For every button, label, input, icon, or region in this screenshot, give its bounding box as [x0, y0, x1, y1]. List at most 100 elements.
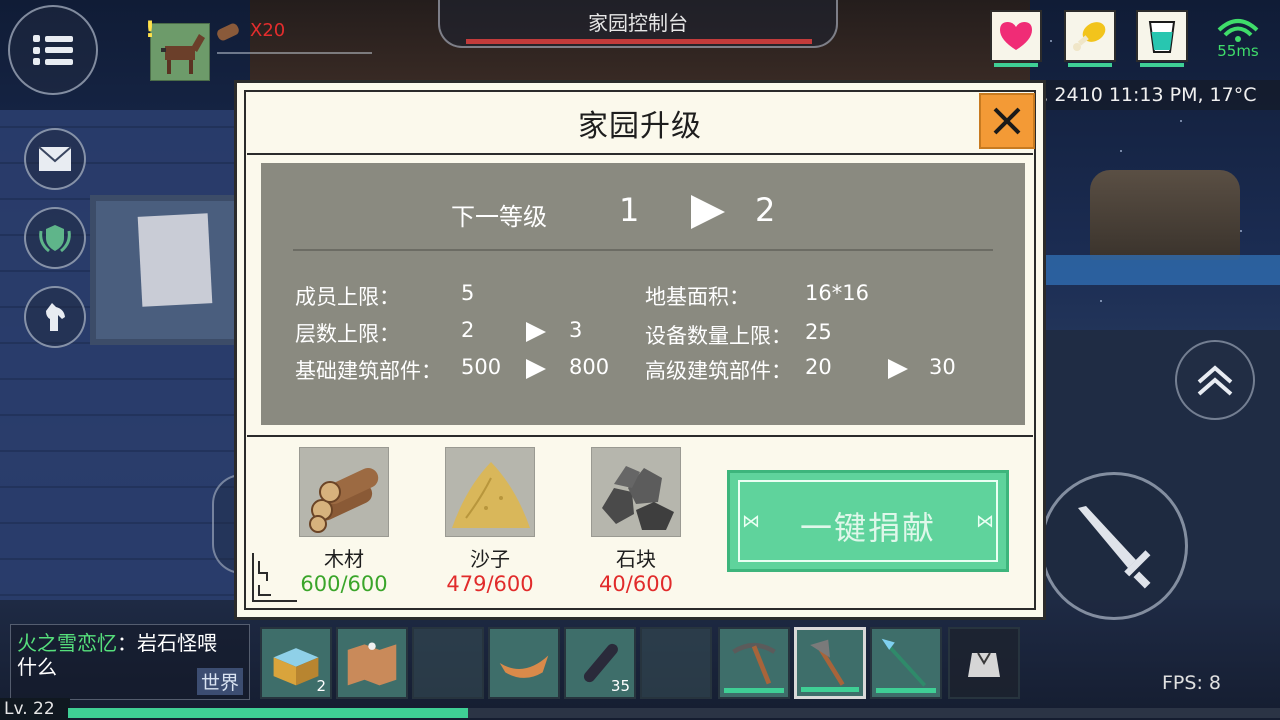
hotbar-slot-1[interactable]: 2: [260, 627, 332, 699]
sand-pile-icon: [445, 447, 535, 537]
hotbar-slot-1-count: 2: [316, 677, 326, 695]
hotbar-slot-5-count: 35: [610, 677, 630, 695]
devices-label: 设备数量上限：: [645, 324, 792, 348]
chat-channel-tag[interactable]: 世界: [196, 668, 243, 695]
guild-button[interactable]: [24, 207, 86, 269]
home-upgrade-dialog: 家园升级 下一等级 1 2 成员上限： 5 层数上限： 2 3 基础建筑部件： …: [234, 80, 1046, 620]
adv-parts-label: 高级建筑部件：: [645, 359, 792, 383]
hotbar-slot-3[interactable]: [412, 627, 484, 699]
quest-progress-line: [217, 52, 372, 54]
fps-counter: FPS: 8: [1162, 672, 1221, 694]
corner-ornament-icon: [252, 553, 297, 602]
hotbar-slot-6[interactable]: [640, 627, 712, 699]
water-cup-icon: [1148, 21, 1176, 53]
resource-divider: [247, 435, 1033, 437]
hotbar-slot-4[interactable]: [488, 627, 560, 699]
notice-paper: [137, 213, 213, 307]
donate-button-label: 一键捐献: [799, 509, 936, 547]
floors-from: 2: [461, 318, 475, 342]
stone-pile-icon: [591, 447, 681, 537]
map-icon: [347, 642, 397, 686]
straw-hut: [1090, 170, 1240, 260]
adv-parts-to: 30: [929, 355, 956, 379]
level-from: 1: [619, 191, 640, 229]
members-label: 成员上限：: [295, 285, 400, 309]
player-level: Lv. 22: [0, 698, 70, 720]
drumstick-icon: [1073, 22, 1106, 51]
title-divider: [247, 153, 1033, 155]
hotbar-slot-9[interactable]: [870, 627, 942, 699]
network-ping: 55ms: [1208, 12, 1268, 62]
ping-value: 55ms: [1217, 42, 1259, 60]
wood-log-icon: [215, 21, 241, 43]
one-click-donate-button[interactable]: ⋈ ⋈ 一键捐献: [727, 470, 1009, 572]
hotbar-slot-7[interactable]: [718, 627, 790, 699]
boat-icon: [499, 655, 549, 678]
foundation-label: 地基面积：: [645, 285, 750, 309]
upgrade-info-panel: 下一等级 1 2 成员上限： 5 层数上限： 2 3 基础建筑部件： 500 8…: [261, 163, 1025, 425]
devices-value: 25: [805, 320, 832, 344]
resource-stone: 石块 40/600: [581, 447, 691, 596]
quest-alert-icon: !: [145, 18, 156, 43]
basic-parts-from: 500: [461, 355, 502, 379]
quest-npc-portrait: [150, 23, 210, 81]
bag-icon: [968, 652, 1000, 677]
hotbar-slot-2[interactable]: [336, 627, 408, 699]
basic-parts-to: 800: [569, 355, 610, 379]
chat-message-cont: 什么: [17, 655, 57, 679]
resource-wood-qty: 600/600: [300, 572, 388, 596]
mail-button[interactable]: [24, 128, 86, 190]
resource-sand-qty: 479/600: [446, 572, 534, 596]
resource-stone-name: 石块: [616, 547, 656, 571]
durability-bar: [876, 688, 936, 693]
spear-icon: [881, 638, 927, 687]
thirst-status: [1136, 10, 1188, 67]
sword-icon: [1078, 506, 1151, 589]
durability-bar: [801, 687, 859, 692]
hunger-status: [1064, 10, 1116, 67]
resource-wood: 木材 600/600: [289, 447, 399, 596]
health-status: [990, 10, 1042, 67]
level-to: 2: [755, 191, 776, 229]
inventory-bag-button[interactable]: [948, 627, 1020, 699]
chat-message: ：岩石怪喂: [117, 631, 217, 655]
adv-parts-from: 20: [805, 355, 832, 379]
horse-icon: [161, 34, 205, 74]
console-health-bar: [466, 39, 812, 44]
laurel-shield-icon: [39, 225, 71, 253]
resource-stone-qty: 40/600: [599, 572, 673, 596]
level-divider: [293, 249, 993, 251]
hotbar-slot-5[interactable]: 35: [564, 627, 636, 699]
xp-bar-fill: [68, 708, 468, 718]
hotbar-slot-8[interactable]: [794, 627, 866, 699]
pickaxe-icon: [732, 642, 776, 685]
console-title: 家园控制台: [588, 11, 688, 35]
resource-wood-name: 木材: [324, 547, 364, 571]
floors-to: 3: [569, 318, 583, 342]
home-console-banner: 家园控制台: [438, 0, 838, 48]
water-surface: [1040, 255, 1280, 285]
mount-button[interactable]: [24, 286, 86, 348]
next-level-label: 下一等级: [451, 203, 547, 231]
resource-sand-name: 沙子: [470, 547, 510, 571]
jump-button[interactable]: [1175, 340, 1255, 420]
foundation-value: 16*16: [805, 281, 869, 305]
close-icon: [993, 107, 1021, 135]
quest-tracker[interactable]: ! X20: [145, 18, 375, 84]
main-menu-button[interactable]: [8, 5, 98, 95]
level-arrow-icon: [691, 195, 725, 229]
close-button[interactable]: [979, 93, 1035, 149]
quest-count: X20: [250, 20, 286, 41]
mail-icon: [38, 146, 72, 171]
axe-icon: [810, 639, 845, 686]
floors-label: 层数上限：: [295, 322, 400, 346]
wifi-signal-icon: [1217, 19, 1259, 42]
members-value: 5: [461, 281, 475, 305]
resource-sand: 沙子 479/600: [435, 447, 545, 596]
attack-button[interactable]: [1040, 472, 1188, 620]
floors-arrow-icon: [526, 322, 546, 342]
durability-bar: [724, 688, 784, 693]
chat-box[interactable]: 火之雪恋忆：岩石怪喂 什么 世界: [10, 624, 250, 700]
xp-bar: [68, 708, 1280, 718]
horse-head-icon: [46, 303, 65, 331]
